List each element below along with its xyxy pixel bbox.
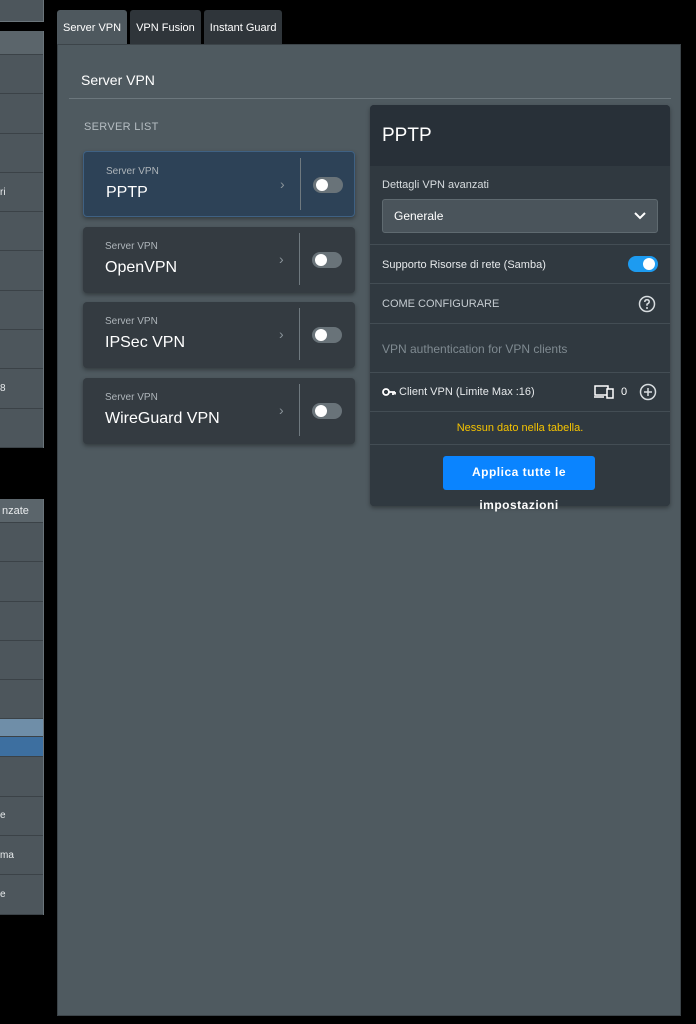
top-strip [0, 0, 696, 10]
divider [370, 323, 670, 324]
chevron-right-icon: › [279, 326, 284, 342]
card-separator [299, 233, 300, 285]
sidebar-top-box [0, 0, 44, 22]
apply-all-settings-button[interactable]: Applica tutte le [443, 456, 595, 490]
server-list-label: SERVER LIST [84, 121, 159, 133]
client-count: 0 [621, 386, 628, 398]
sidebar-item[interactable] [0, 602, 43, 641]
server-toggle-wireguard[interactable] [312, 403, 342, 419]
tab-vpn-fusion[interactable]: VPN Fusion [130, 10, 201, 44]
server-card-subtitle: Server VPN [106, 166, 159, 177]
sidebar-item[interactable] [0, 291, 43, 331]
sidebar-item[interactable] [0, 757, 43, 797]
sidebar-item[interactable] [0, 523, 43, 563]
detail-header: PPTP [370, 105, 670, 166]
server-card-subtitle: Server VPN [105, 316, 158, 327]
divider [370, 444, 670, 445]
server-card-subtitle: Server VPN [105, 241, 158, 252]
server-toggle-openvpn[interactable] [312, 252, 342, 268]
sidebar-item[interactable]: 8 [0, 369, 43, 409]
samba-label: Supporto Risorse di rete (Samba) [382, 259, 546, 271]
auth-description: VPN authentication for VPN clients [382, 342, 568, 356]
chevron-right-icon: › [279, 402, 284, 418]
sidebar-item[interactable]: e [0, 875, 43, 915]
sidebar-item[interactable]: ma [0, 836, 43, 876]
advanced-details-value: Generale [394, 209, 444, 223]
sidebar-item[interactable] [0, 212, 43, 252]
sidebar-item[interactable] [0, 330, 43, 370]
detail-body: Dettagli VPN avanzati Generale Supporto … [370, 166, 670, 506]
chevron-right-icon: › [279, 251, 284, 267]
tab-instant-guard[interactable]: Instant Guard [203, 10, 283, 44]
client-vpn-row: Client VPN (Limite Max :16) 0 [370, 373, 670, 411]
sidebar-group-lower: nzate e ma e [0, 499, 44, 915]
detail-title: PPTP [382, 125, 432, 146]
detail-panel: PPTP Dettagli VPN avanzati Generale Supp… [370, 105, 670, 506]
apply-button-label: Applica tutte le [471, 465, 566, 479]
samba-toggle[interactable] [628, 256, 658, 272]
server-card-name: WireGuard VPN [105, 410, 220, 427]
sidebar-group-header [0, 31, 43, 55]
server-card-ipsec[interactable]: Server VPN IPSec VPN › [83, 302, 355, 368]
sidebar-item[interactable]: e [0, 797, 43, 837]
tab-server-vpn[interactable]: Server VPN [57, 10, 128, 44]
sidebar-item[interactable] [0, 680, 43, 720]
server-card-name: IPSec VPN [105, 334, 186, 351]
advanced-details-label: Dettagli VPN avanzati [382, 179, 489, 191]
sidebar-group-header: nzate [0, 499, 43, 523]
server-card-subtitle: Server VPN [105, 392, 158, 403]
sidebar-item[interactable] [0, 94, 43, 134]
divider [370, 283, 670, 284]
apply-button-label-continued: impostazioni [479, 498, 559, 512]
how-to-label: COME CONFIGURARE [382, 298, 500, 310]
help-icon[interactable] [638, 295, 656, 313]
card-separator [300, 158, 301, 210]
sidebar-item[interactable] [0, 562, 43, 602]
toggle-knob [315, 329, 327, 341]
sidebar-item[interactable] [0, 134, 43, 173]
toggle-knob [316, 179, 328, 191]
divider [370, 411, 670, 412]
divider [370, 244, 670, 245]
server-toggle-ipsec[interactable] [312, 327, 342, 343]
sidebar-item[interactable] [0, 409, 43, 448]
add-client-icon[interactable] [639, 383, 657, 401]
server-card-wireguard[interactable]: Server VPN WireGuard VPN › [83, 378, 355, 444]
sidebar-group-upper: ri 8 [0, 31, 44, 448]
sidebar-item[interactable] [0, 55, 43, 95]
server-card-openvpn[interactable]: Server VPN OpenVPN › [83, 227, 355, 293]
server-toggle-pptp[interactable] [313, 177, 343, 193]
divider [69, 98, 671, 99]
sidebar-item[interactable] [0, 641, 43, 681]
sidebar-item-active[interactable] [0, 737, 43, 758]
server-card-pptp[interactable]: Server VPN PPTP › [83, 151, 355, 217]
toggle-knob [315, 254, 327, 266]
empty-table-message: Nessun dato nella tabella. [456, 422, 584, 434]
key-icon [382, 388, 396, 396]
chevron-down-icon [634, 212, 646, 220]
chevron-right-icon: › [280, 176, 285, 192]
advanced-details-select[interactable]: Generale [382, 199, 658, 233]
sidebar-item-active-top [0, 719, 43, 738]
sidebar-item[interactable]: ri [0, 173, 43, 213]
card-separator [299, 384, 300, 436]
client-vpn-label: Client VPN (Limite Max :16) [399, 386, 535, 398]
page-title: Server VPN [81, 72, 155, 88]
server-card-name: PPTP [106, 184, 148, 201]
server-card-name: OpenVPN [105, 259, 178, 276]
devices-icon [594, 385, 614, 399]
tab-bar: Server VPN VPN Fusion Instant Guard [57, 10, 283, 44]
main-panel: Server VPN SERVER LIST Server VPN PPTP ›… [57, 44, 681, 1016]
toggle-knob [643, 258, 655, 270]
sidebar-item[interactable] [0, 251, 43, 291]
toggle-knob [315, 405, 327, 417]
card-separator [299, 308, 300, 360]
